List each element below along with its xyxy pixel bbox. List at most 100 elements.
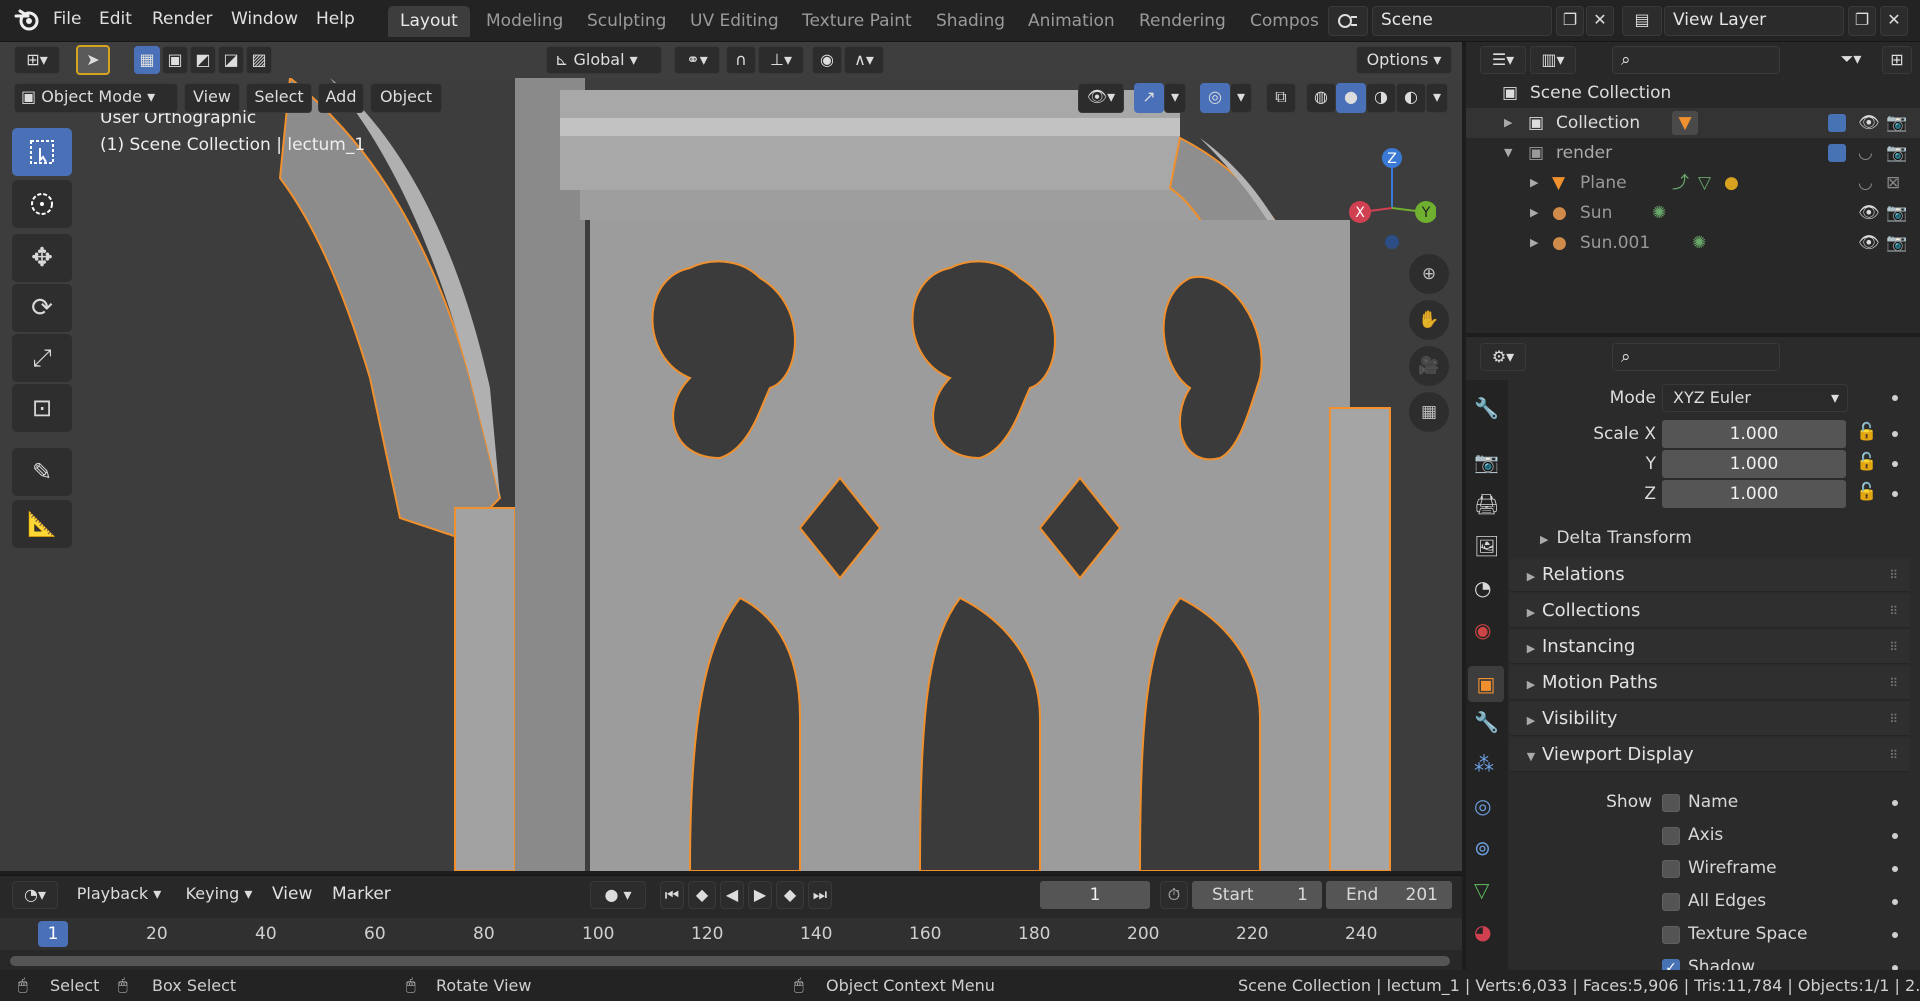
eye-icon[interactable]: 👁 [1858,198,1880,228]
jump-start-button[interactable]: ⏮ [660,881,684,909]
menu-view[interactable]: View [184,83,240,113]
view-layer-browse-button[interactable]: ▤ [1622,6,1662,36]
transform-orientation-dropdown[interactable]: ⊾ Global ▾ [546,46,662,74]
tool-move[interactable]: ✥ [12,234,72,282]
eye-icon[interactable]: 👁 [1858,228,1880,258]
section-instancing[interactable]: ▶ Instancing ⠿ [1510,630,1910,664]
new-collection-button[interactable]: ⊞ [1882,46,1912,74]
lock-icon[interactable]: 🔓 [1856,452,1877,472]
menu-render[interactable]: Render [152,9,213,29]
tab-layout[interactable]: Layout [388,6,470,37]
menu-select[interactable]: Select [246,83,312,113]
modifier-tab-icon[interactable]: 🔧 [1474,710,1499,734]
gizmo-toggle[interactable]: ↗ [1134,83,1164,113]
scene-new-button[interactable]: ❐ [1556,6,1584,36]
tool-scale[interactable]: ⤢ [12,334,72,382]
expand-icon[interactable]: ▶ [1530,168,1538,198]
navigation-gizmo[interactable]: Z X Y [1336,130,1436,250]
scene-tab-icon[interactable]: ◔ [1474,576,1491,600]
keyframe-dot[interactable] [1892,833,1898,839]
active-tool-button[interactable]: ➤ [76,45,110,75]
render-camera-icon[interactable]: 📷 [1886,108,1907,138]
select-new-button[interactable]: ▦ [134,46,160,74]
drag-handle-icon[interactable]: ⠿ [1889,594,1898,628]
pan-button[interactable]: ✋ [1409,300,1449,340]
menu-add[interactable]: Add [318,83,364,113]
select-invert-button[interactable]: ◪ [218,46,244,74]
tab-sculpting[interactable]: Sculpting [575,6,678,37]
drag-handle-icon[interactable]: ⠿ [1889,738,1898,772]
expand-icon[interactable]: ▶ [1530,198,1538,228]
eye-icon[interactable]: 👁 [1858,108,1880,138]
tool-measure[interactable]: 📐 [12,500,72,548]
show-checkbox[interactable] [1662,827,1680,845]
drag-handle-icon[interactable]: ⠿ [1889,630,1898,664]
tool-rotate[interactable]: ⟳ [12,284,72,332]
view-layer-field[interactable]: View Layer [1664,6,1844,36]
render-camera-icon[interactable]: 📷 [1886,138,1907,168]
render-camera-icon[interactable]: 📷 [1886,228,1907,258]
shading-wireframe[interactable]: ◍ [1306,83,1336,113]
visibility-dropdown[interactable]: 👁▾ [1078,83,1124,113]
particles-tab-icon[interactable]: ⁂ [1474,752,1494,776]
keying-menu[interactable]: Keying ▾ [176,881,262,909]
tool-transform[interactable]: ⊡ [12,384,72,432]
end-frame-field[interactable]: End 201 [1326,881,1452,909]
render-disabled-icon[interactable]: ⊠ [1886,168,1900,198]
tab-rendering[interactable]: Rendering [1127,6,1238,37]
drag-handle-icon[interactable]: ⠿ [1889,558,1898,592]
gizmo-dropdown[interactable]: ▾ [1164,83,1186,113]
filter-dropdown[interactable]: ⏷▾ [1828,46,1874,74]
tab-texture-paint[interactable]: Texture Paint [790,6,924,37]
snap-toggle[interactable]: ∩ [726,46,756,74]
drag-handle-icon[interactable]: ⠿ [1889,702,1898,736]
eye-closed-icon[interactable]: ◡ [1858,168,1873,198]
select-intersect-button[interactable]: ▨ [246,46,272,74]
timeline-view-menu[interactable]: View [272,884,312,904]
scale-y-field[interactable]: 1.000 [1662,450,1846,478]
outliner-editor-type[interactable]: ☰▾ [1480,46,1526,74]
tab-compositing[interactable]: Compos [1238,6,1318,37]
section-collections[interactable]: ▶ Collections ⠿ [1510,594,1910,628]
pivot-dropdown[interactable]: ⚭▾ [674,46,720,74]
section-relations[interactable]: ▶ Relations ⠿ [1510,558,1910,592]
frame-ruler[interactable]: 1 20 40 60 80 100 120 140 160 180 200 220 240 [0,918,1462,950]
select-subtract-button[interactable]: ◩ [190,46,216,74]
menu-object[interactable]: Object [370,83,442,113]
keyframe-dot[interactable] [1892,932,1898,938]
play-button[interactable]: ▶ [748,881,772,909]
shading-solid[interactable]: ● [1336,83,1366,113]
keyframe-dot[interactable] [1892,395,1898,401]
keyframe-dot[interactable] [1892,965,1898,970]
options-dropdown[interactable]: Options ▾ [1356,46,1452,74]
keyframe-dot[interactable] [1892,431,1898,437]
keyframe-dot[interactable] [1892,491,1898,497]
properties-search-input[interactable]: ⌕ [1612,343,1780,371]
scale-x-field[interactable]: 1.000 [1662,420,1846,448]
exclude-checkbox[interactable] [1828,114,1846,132]
outliner-row-sun[interactable]: ▶ ● Sun ✺ 👁 📷 [1466,198,1920,228]
overlay-toggle[interactable]: ◎ [1200,83,1230,113]
expand-icon[interactable]: ▶ [1504,108,1512,138]
show-checkbox[interactable] [1662,893,1680,911]
shading-dropdown[interactable]: ▾ [1426,83,1448,113]
snap-target-dropdown[interactable]: ⊥▾ [758,46,804,74]
menu-help[interactable]: Help [316,9,355,29]
render-camera-icon[interactable]: 📷 [1886,198,1907,228]
properties-editor-type[interactable]: ⚙▾ [1480,343,1526,371]
output-tab-icon[interactable]: 🖨 [1474,492,1499,516]
section-visibility[interactable]: ▶ Visibility ⠿ [1510,702,1910,736]
show-checkbox[interactable]: ✓ [1662,959,1680,970]
falloff-dropdown[interactable]: ∧▾ [844,46,884,74]
collapse-icon[interactable]: ▼ [1504,138,1512,168]
viewport-3d[interactable]: User Orthographic (1) Scene Collection |… [0,78,1462,871]
zoom-button[interactable]: ⊕ [1409,254,1449,294]
delta-transform-subpanel[interactable]: ▶ Delta Transform [1540,528,1692,548]
timeline-editor-type[interactable]: ◔▾ [12,881,58,909]
display-mode-dropdown[interactable]: ▥▾ [1530,46,1576,74]
editor-type-button[interactable]: ⊞▾ [14,46,60,74]
tab-animation[interactable]: Animation [1016,6,1127,37]
tool-annotate[interactable]: ✎ [12,448,72,496]
keyframe-dot[interactable] [1892,461,1898,467]
menu-edit[interactable]: Edit [99,9,132,29]
